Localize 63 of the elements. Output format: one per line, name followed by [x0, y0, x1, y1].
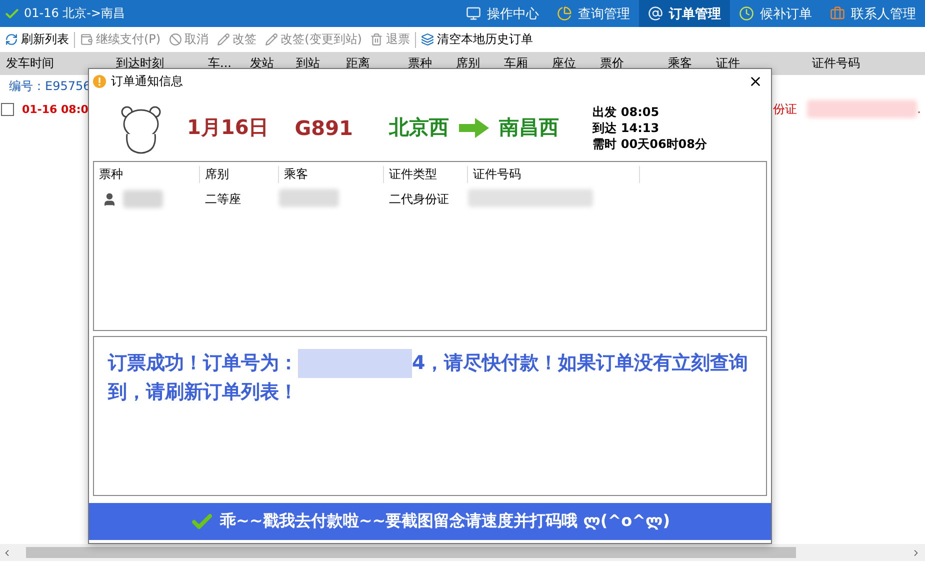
column-header[interactable]: 票种	[99, 166, 123, 180]
column-header[interactable]: 车厢	[504, 56, 528, 70]
close-icon[interactable]	[748, 74, 763, 89]
departure-time: 01-16 08:0	[22, 102, 88, 116]
clock-icon	[739, 6, 754, 21]
column-header[interactable]: 证件号码	[473, 166, 521, 180]
column-header[interactable]: 证件号码	[812, 56, 860, 70]
column-header[interactable]: 座位	[552, 56, 576, 70]
dialog-title: 订单通知信息	[111, 73, 183, 90]
row-checkbox[interactable]	[1, 102, 14, 116]
scrollbar[interactable]	[0, 544, 925, 561]
column-header[interactable]: 到达时刻	[116, 56, 164, 70]
warning-icon	[93, 75, 106, 88]
departure-station: 北京西	[388, 114, 449, 141]
table-cell: 二代身份证	[389, 192, 449, 206]
duration: 需时 00天06时08分	[592, 136, 707, 152]
ban-icon	[168, 33, 182, 46]
column-header[interactable]: 票价	[600, 56, 624, 70]
redaction-blur	[279, 188, 339, 206]
column-header[interactable]: 席别	[205, 166, 229, 180]
column-header[interactable]: 乘客	[668, 56, 692, 70]
id-type: 份证	[773, 100, 798, 118]
column-header[interactable]: 乘客	[284, 166, 308, 180]
person-icon	[102, 192, 117, 206]
column-header[interactable]: 证件类型	[389, 166, 437, 180]
column-header[interactable]: 发站	[250, 56, 274, 70]
briefcase-icon	[830, 6, 845, 21]
trash-icon	[370, 33, 383, 46]
id-number: .	[917, 102, 921, 116]
pencil-icon	[216, 33, 230, 46]
window-title: 01-16 北京->南昌	[24, 5, 126, 22]
arrival-station: 南昌西	[498, 114, 559, 141]
pencil-icon	[264, 33, 278, 46]
column-header[interactable]: 车...	[208, 56, 232, 70]
monitor-icon	[466, 6, 481, 21]
column-header[interactable]: 席别	[456, 56, 480, 70]
nav-tab[interactable]: 订单管理	[639, 0, 730, 27]
column-header[interactable]: 证件	[716, 56, 740, 70]
arrival-time: 到达 14:13	[592, 120, 660, 136]
wallet-icon	[80, 33, 93, 46]
toolbar-button[interactable]: 刷新列表	[2, 31, 72, 48]
column-header[interactable]: 距离	[346, 56, 370, 70]
layers-icon	[420, 33, 434, 46]
nav-tab[interactable]: 联系人管理	[821, 0, 925, 27]
train-number: G891	[294, 116, 353, 140]
nav-tab[interactable]: 操作中心	[457, 0, 548, 27]
column-header[interactable]: 到站	[296, 56, 320, 70]
nav-tab[interactable]: 查询管理	[548, 0, 639, 27]
departure-time: 出发 08:05	[592, 104, 660, 120]
travel-date: 1月16日	[187, 114, 269, 141]
order-message: 订票成功！订单号为： 4，请尽快付款！如果订单没有立刻查询到，请刷新订单列表！	[108, 349, 752, 407]
table-cell: 二等座	[205, 192, 241, 206]
pay-button[interactable]: 乖~~戳我去付款啦~~要截图留念请速度并打码哦 ლ(^o^ლ)	[89, 503, 771, 540]
refresh-icon	[5, 33, 18, 46]
right-arrow-icon	[458, 118, 489, 138]
column-header[interactable]: 票种	[408, 56, 432, 70]
redaction-blur	[123, 190, 163, 208]
at-sign-icon	[648, 6, 663, 21]
toolbar-button[interactable]: 清空本地历史订单	[418, 31, 536, 48]
scroll-thumb[interactable]	[26, 547, 796, 558]
pie-chart-icon	[557, 6, 572, 21]
column-header[interactable]: 发车时间	[6, 56, 54, 70]
nav-tab[interactable]: 候补订单	[730, 0, 821, 27]
